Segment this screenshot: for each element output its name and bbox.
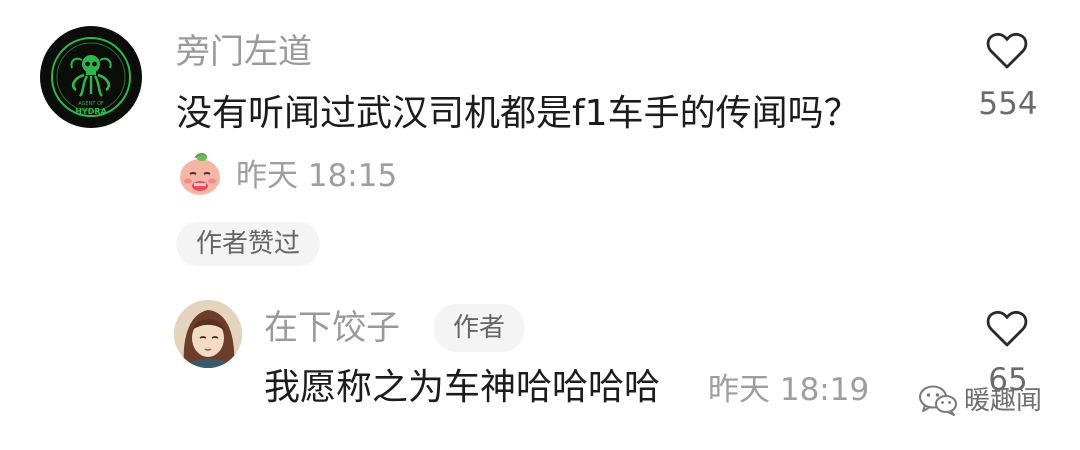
wechat-icon	[918, 384, 958, 416]
reply-time: 昨天 18:19	[708, 372, 870, 408]
heart-outline-icon[interactable]	[985, 28, 1029, 72]
author-tag: 作者	[434, 304, 524, 352]
watermark-label: 暖趣闻	[964, 386, 1043, 416]
heart-outline-icon[interactable]	[985, 306, 1029, 350]
comment-time: 昨天 18:15	[236, 158, 398, 194]
reply-avatar-illustration	[174, 300, 242, 368]
peach-sticker-icon	[174, 150, 226, 198]
reply-username[interactable]: 在下饺子	[264, 308, 400, 348]
comment-username[interactable]: 旁门左道	[176, 32, 312, 72]
like-count: 554	[978, 86, 1038, 122]
hydra-logo: AGENT OF HYDRA	[43, 29, 139, 125]
avatar-logo-text: HYDRA	[75, 107, 107, 116]
reply-text: 我愿称之为车神哈哈哈哈	[264, 367, 661, 408]
avatar[interactable]: AGENT OF HYDRA	[40, 26, 142, 128]
author-liked-badge: 作者赞过	[176, 222, 320, 266]
avatar[interactable]	[174, 300, 242, 368]
comment-text: 没有听闻过武汉司机都是f1车手的传闻吗？	[176, 93, 860, 134]
